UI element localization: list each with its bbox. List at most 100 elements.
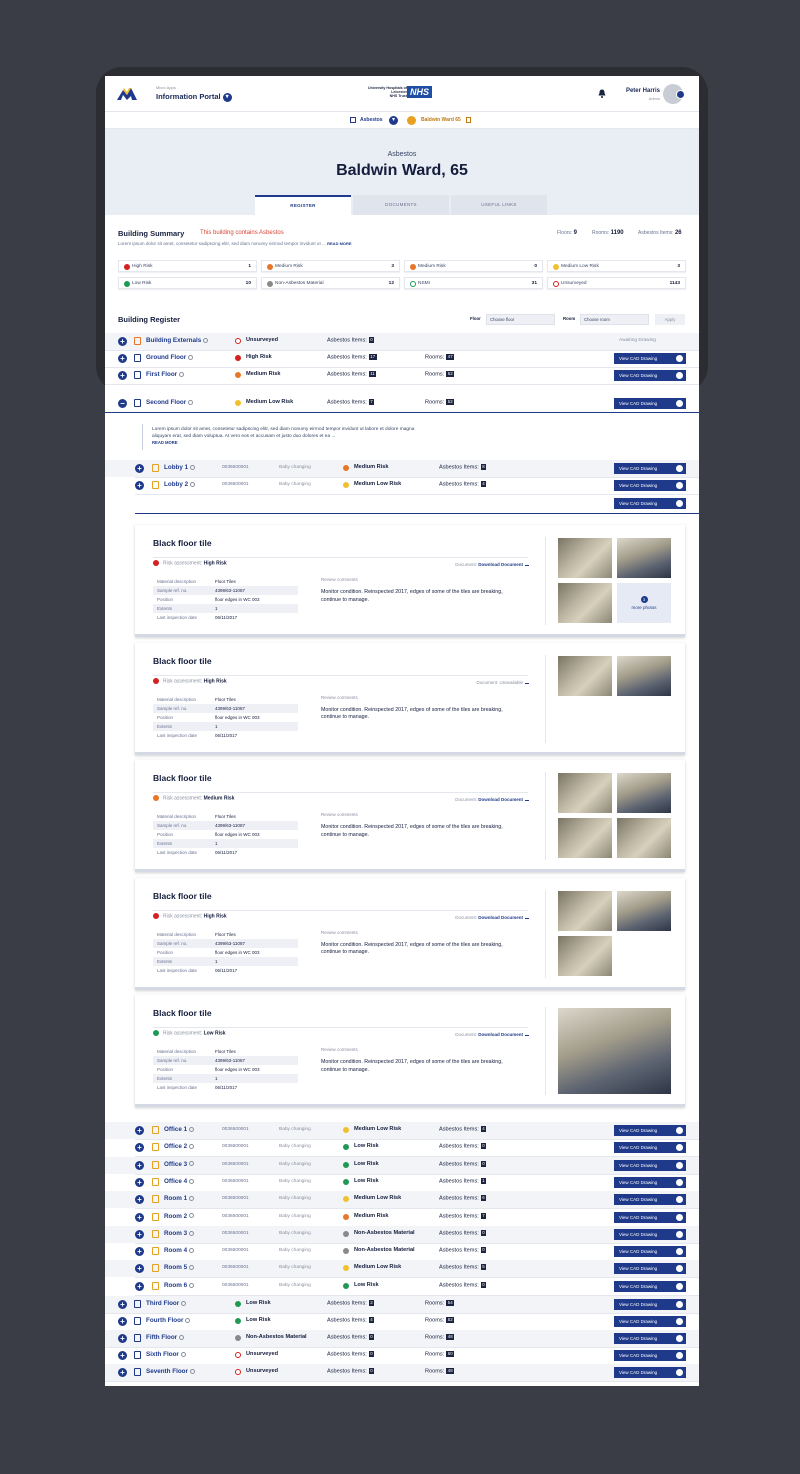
asbestos-photo[interactable] xyxy=(558,655,612,696)
floor-name[interactable]: Third Floor xyxy=(146,1300,187,1307)
room-name[interactable]: Room 1 xyxy=(164,1195,195,1202)
view-cad-drawing-button[interactable]: View CAD Drawing xyxy=(614,480,686,491)
portal-switcher[interactable]: Information Portal ▾ xyxy=(156,92,232,102)
expand-icon[interactable]: + xyxy=(135,1143,144,1153)
floor-row[interactable]: + Fourth Floor Low Risk Asbestos Items: 4 Roo… xyxy=(105,1313,699,1330)
document-link[interactable]: Document: Unavailable xyxy=(435,679,529,685)
info-icon[interactable] xyxy=(188,354,194,360)
read-more-link[interactable]: READ MORE xyxy=(152,440,178,445)
view-cad-drawing-button[interactable]: View CAD Drawing xyxy=(614,498,686,509)
view-cad-drawing-button[interactable]: View CAD Drawing xyxy=(614,1142,686,1154)
room-name[interactable]: Lobby 2 xyxy=(164,481,196,488)
document-link[interactable]: Document: Download Document xyxy=(435,796,529,802)
more-photos-button[interactable]: 3 more photos xyxy=(617,583,671,623)
tab-useful-links[interactable]: USEFUL LINKS xyxy=(451,195,547,215)
document-link[interactable]: Document: Download Document xyxy=(435,914,529,920)
room-row[interactable]: + Lobby 2 0036500001 Baby changing Medium Lo… xyxy=(105,477,699,494)
view-cad-drawing-button[interactable]: View CAD Drawing xyxy=(614,1333,686,1344)
expand-icon[interactable]: + xyxy=(118,371,127,380)
view-cad-drawing-button[interactable]: View CAD Drawing xyxy=(614,1159,686,1171)
document-link[interactable]: Document: Download Document xyxy=(435,561,529,567)
view-cad-drawing-button[interactable]: View CAD Drawing xyxy=(614,1280,686,1292)
view-cad-drawing-button[interactable]: View CAD Drawing xyxy=(614,1350,686,1361)
download-document-link[interactable]: Download Document xyxy=(478,1032,523,1037)
expand-icon[interactable]: + xyxy=(118,337,127,346)
expand-icon[interactable]: + xyxy=(135,481,144,490)
floor-row[interactable]: + Third Floor Low Risk Asbestos Items: 2 Room… xyxy=(105,1296,699,1313)
floor-row[interactable]: + Fifth Floor Non-Asbestos Material Asbesto… xyxy=(105,1330,699,1347)
view-cad-drawing-button[interactable]: View CAD Drawing xyxy=(614,1176,686,1188)
info-icon[interactable] xyxy=(179,1334,185,1340)
view-cad-drawing-button[interactable]: View CAD Drawing xyxy=(614,1246,686,1258)
asbestos-photo[interactable] xyxy=(558,583,612,623)
info-icon[interactable] xyxy=(189,1282,195,1288)
tab-register[interactable]: REGISTER xyxy=(255,195,351,215)
floor-name[interactable]: Seventh Floor xyxy=(146,1368,195,1375)
floor-name[interactable]: Fifth Floor xyxy=(146,1334,185,1341)
info-icon[interactable] xyxy=(180,1351,186,1357)
expand-icon[interactable]: + xyxy=(135,464,144,473)
room-name[interactable]: Office 2 xyxy=(164,1143,195,1150)
download-document-link[interactable]: Download Document xyxy=(478,915,523,920)
read-more-link[interactable]: READ MORE xyxy=(327,241,351,246)
expand-icon[interactable]: + xyxy=(118,1300,127,1309)
room-row[interactable]: + Office 1 0036500001 Baby changing Medium L… xyxy=(105,1122,699,1139)
expand-icon[interactable]: + xyxy=(118,1351,127,1360)
room-row[interactable]: + Lobby 1 0036500001 Baby changing Medium Ri… xyxy=(105,460,699,477)
apply-button[interactable]: Apply xyxy=(655,314,685,325)
info-icon[interactable] xyxy=(189,1196,195,1202)
asbestos-photo[interactable] xyxy=(558,773,612,813)
room-row[interactable]: + Office 2 0036500001 Baby changing Low Risk… xyxy=(105,1139,699,1156)
view-cad-drawing-button[interactable]: View CAD Drawing xyxy=(614,1211,686,1223)
room-name[interactable]: Room 6 xyxy=(164,1282,195,1289)
collapse-icon[interactable]: − xyxy=(118,399,127,408)
info-icon[interactable] xyxy=(189,1213,195,1219)
expand-icon[interactable]: + xyxy=(135,1177,144,1187)
expand-icon[interactable]: + xyxy=(118,1368,127,1377)
info-icon[interactable] xyxy=(189,1265,195,1271)
copy-icon[interactable] xyxy=(466,117,471,123)
view-cad-drawing-button[interactable]: View CAD Drawing xyxy=(614,1194,686,1206)
chevron-down-icon[interactable]: ▾ xyxy=(222,92,232,102)
expand-icon[interactable]: + xyxy=(135,1160,144,1170)
room-select[interactable]: Choose room xyxy=(580,314,649,325)
floor-name[interactable]: Building Externals xyxy=(146,337,209,344)
info-icon[interactable] xyxy=(181,1300,187,1306)
room-name[interactable]: Lobby 1 xyxy=(164,464,196,471)
expand-icon[interactable]: + xyxy=(118,354,127,363)
expand-icon[interactable]: + xyxy=(135,1126,144,1135)
asbestos-photo[interactable] xyxy=(617,655,671,696)
room-name[interactable]: Room 2 xyxy=(164,1213,195,1220)
download-document-link[interactable]: Download Document xyxy=(478,562,523,567)
room-row[interactable]: + Office 3 0036500001 Baby changing Low Risk… xyxy=(105,1156,699,1174)
expand-icon[interactable]: + xyxy=(135,1281,144,1291)
info-icon[interactable] xyxy=(189,1161,195,1167)
room-row[interactable]: + Room 3 0036500001 Baby changing Non-Asbest… xyxy=(105,1225,699,1243)
user-menu-chevron-icon[interactable] xyxy=(676,90,685,99)
room-name[interactable]: Room 3 xyxy=(164,1230,195,1237)
bell-icon[interactable] xyxy=(598,89,606,98)
floor-row[interactable]: + Building Externals Unsurveyed Asbestos It… xyxy=(105,333,699,350)
view-cad-drawing-button[interactable]: View CAD Drawing xyxy=(614,463,686,474)
info-icon[interactable] xyxy=(189,1230,195,1236)
expand-icon[interactable]: + xyxy=(135,1264,144,1274)
view-cad-drawing-button[interactable]: View CAD Drawing xyxy=(614,1125,686,1136)
info-icon[interactable] xyxy=(203,337,209,343)
info-icon[interactable] xyxy=(190,464,196,470)
room-name[interactable]: Office 1 xyxy=(164,1126,195,1133)
room-name[interactable]: Room 5 xyxy=(164,1264,195,1271)
info-icon[interactable] xyxy=(189,1247,195,1253)
view-cad-drawing-button[interactable]: View CAD Drawing xyxy=(614,1316,686,1327)
asbestos-photo[interactable] xyxy=(558,890,612,931)
info-icon[interactable] xyxy=(189,1178,195,1184)
floor-name[interactable]: Fourth Floor xyxy=(146,1317,191,1324)
room-row[interactable]: + Room 1 0036500001 Baby changing Medium Low… xyxy=(105,1191,699,1209)
breadcrumb-section[interactable]: Asbestos xyxy=(360,117,383,123)
asbestos-photo[interactable] xyxy=(558,538,612,578)
view-cad-drawing-button[interactable]: View CAD Drawing xyxy=(614,370,686,381)
view-cad-drawing-button[interactable]: View CAD Drawing xyxy=(614,1299,686,1310)
room-name[interactable]: Office 3 xyxy=(164,1161,195,1168)
info-icon[interactable] xyxy=(189,1368,195,1374)
download-document-link[interactable]: Download Document xyxy=(478,797,523,802)
floor-row[interactable]: + Seventh Floor Unsurveyed Asbestos Items: 0… xyxy=(105,1364,699,1381)
